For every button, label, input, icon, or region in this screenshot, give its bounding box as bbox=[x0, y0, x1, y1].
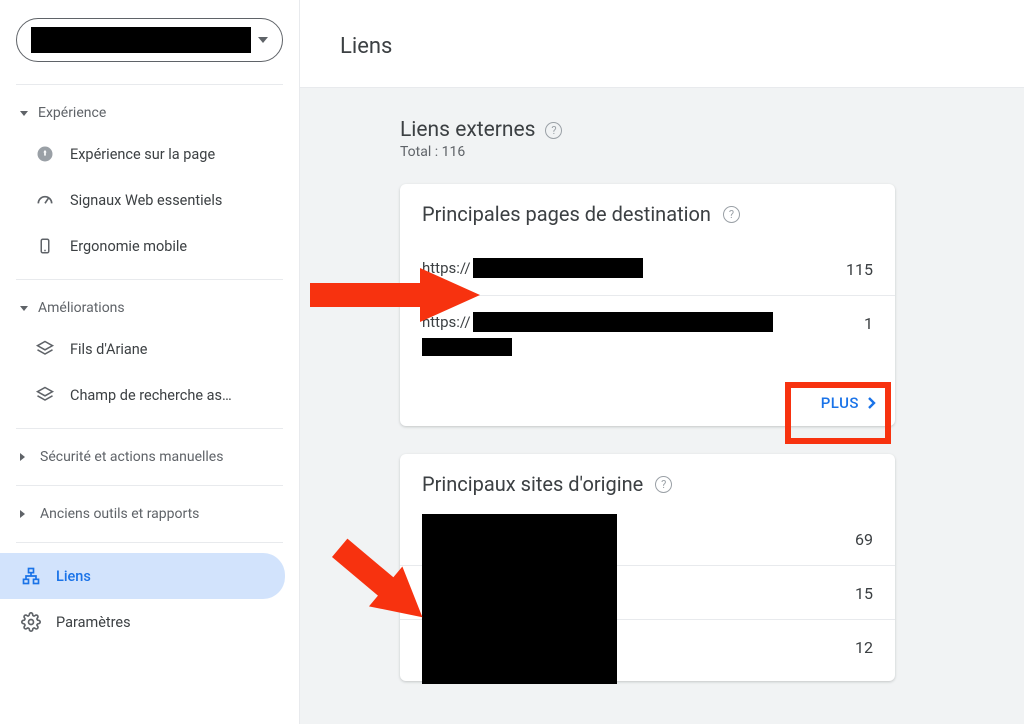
url-redacted bbox=[473, 312, 773, 332]
sites-redacted bbox=[422, 514, 617, 684]
card-header: Principales pages de destination ? bbox=[400, 184, 895, 234]
row-value: 115 bbox=[846, 258, 873, 279]
card-top-linking-sites: Principaux sites d'origine ? 69 15 12 bbox=[400, 454, 895, 681]
help-icon[interactable]: ? bbox=[723, 206, 740, 223]
card-body: https:// 115 https:// 1 bbox=[400, 234, 895, 380]
row-value: 12 bbox=[855, 636, 873, 657]
page-header: Liens bbox=[300, 0, 1024, 88]
chevron-right-icon bbox=[867, 396, 877, 410]
table-row[interactable]: https:// 1 bbox=[400, 296, 895, 372]
card-top-linked-pages: Principales pages de destination ? https… bbox=[400, 184, 895, 426]
section-label: Anciens outils et rapports bbox=[40, 506, 199, 522]
card-body: 69 15 12 bbox=[400, 504, 895, 681]
help-icon[interactable]: ? bbox=[545, 122, 562, 139]
divider bbox=[16, 279, 283, 280]
section-legacy-tools[interactable]: Anciens outils et rapports bbox=[0, 496, 299, 532]
card-title: Principaux sites d'origine bbox=[422, 472, 643, 496]
mobile-icon bbox=[34, 235, 56, 257]
nav-item-sitelinks-searchbox[interactable]: Champ de recherche as… bbox=[0, 372, 285, 418]
section-security[interactable]: Sécurité et actions manuelles bbox=[0, 439, 299, 475]
caret-down-icon bbox=[258, 37, 268, 43]
section-experience[interactable]: Expérience bbox=[0, 95, 299, 131]
property-name-redacted bbox=[31, 27, 251, 53]
nav-item-page-experience[interactable]: Expérience sur la page bbox=[0, 131, 285, 177]
content: Liens externes ? Total : 116 Principales… bbox=[300, 88, 1024, 724]
nav-item-label: Liens bbox=[56, 568, 91, 585]
nav-item-core-web-vitals[interactable]: Signaux Web essentiels bbox=[0, 177, 285, 223]
nav-item-label: Fils d'Ariane bbox=[70, 341, 148, 358]
sidebar: Expérience Expérience sur la page Signau… bbox=[0, 0, 300, 724]
caret-right-icon bbox=[20, 453, 29, 461]
section-label: Expérience bbox=[38, 105, 106, 121]
nav-item-label: Signaux Web essentiels bbox=[70, 192, 222, 209]
more-label: PLUS bbox=[821, 394, 859, 412]
nav-item-label: Champ de recherche as… bbox=[70, 387, 232, 404]
more-button[interactable]: PLUS bbox=[821, 394, 877, 412]
layers-icon bbox=[34, 384, 56, 406]
url-prefix: https:// bbox=[422, 259, 471, 277]
card-header: Principaux sites d'origine ? bbox=[400, 454, 895, 504]
divider bbox=[16, 428, 283, 429]
gear-icon bbox=[20, 611, 42, 633]
row-value: 1 bbox=[864, 312, 873, 333]
table-row[interactable]: https:// 115 bbox=[400, 242, 895, 296]
card-title: Principales pages de destination bbox=[422, 202, 711, 226]
nav-item-links[interactable]: Liens bbox=[0, 553, 285, 599]
layers-icon bbox=[34, 338, 56, 360]
url-redacted bbox=[473, 258, 643, 278]
nav-item-label: Expérience sur la page bbox=[70, 146, 215, 163]
section-title: Liens externes bbox=[400, 118, 535, 142]
nav-item-mobile-usability[interactable]: Ergonomie mobile bbox=[0, 223, 285, 269]
external-links-total: Total : 116 bbox=[400, 144, 1024, 160]
page-title: Liens bbox=[340, 34, 1024, 59]
speedometer-icon bbox=[34, 189, 56, 211]
nav-item-settings[interactable]: Paramètres bbox=[0, 599, 285, 645]
section-improvements[interactable]: Améliorations bbox=[0, 290, 299, 326]
divider bbox=[16, 84, 283, 85]
section-label: Améliorations bbox=[38, 300, 125, 316]
section-label: Sécurité et actions manuelles bbox=[40, 449, 223, 465]
main: Liens Liens externes ? Total : 116 Princ… bbox=[300, 0, 1024, 724]
caret-down-icon bbox=[20, 111, 28, 116]
help-icon[interactable]: ? bbox=[655, 476, 672, 493]
caret-down-icon bbox=[20, 306, 28, 311]
row-value: 15 bbox=[855, 582, 873, 603]
divider bbox=[16, 542, 283, 543]
divider bbox=[16, 485, 283, 486]
sitemap-icon bbox=[20, 565, 42, 587]
circle-plus-icon bbox=[34, 143, 56, 165]
url-prefix: https:// bbox=[422, 313, 471, 331]
nav-item-breadcrumbs[interactable]: Fils d'Ariane bbox=[0, 326, 285, 372]
url-redacted bbox=[422, 338, 512, 356]
nav-item-label: Ergonomie mobile bbox=[70, 238, 187, 255]
caret-right-icon bbox=[20, 510, 29, 518]
card-footer: PLUS bbox=[400, 380, 895, 426]
external-links-heading: Liens externes ? bbox=[400, 118, 1024, 142]
nav-item-label: Paramètres bbox=[56, 614, 131, 631]
property-selector[interactable] bbox=[16, 18, 283, 62]
annotation-highlight bbox=[785, 382, 891, 444]
row-value: 69 bbox=[855, 528, 873, 549]
